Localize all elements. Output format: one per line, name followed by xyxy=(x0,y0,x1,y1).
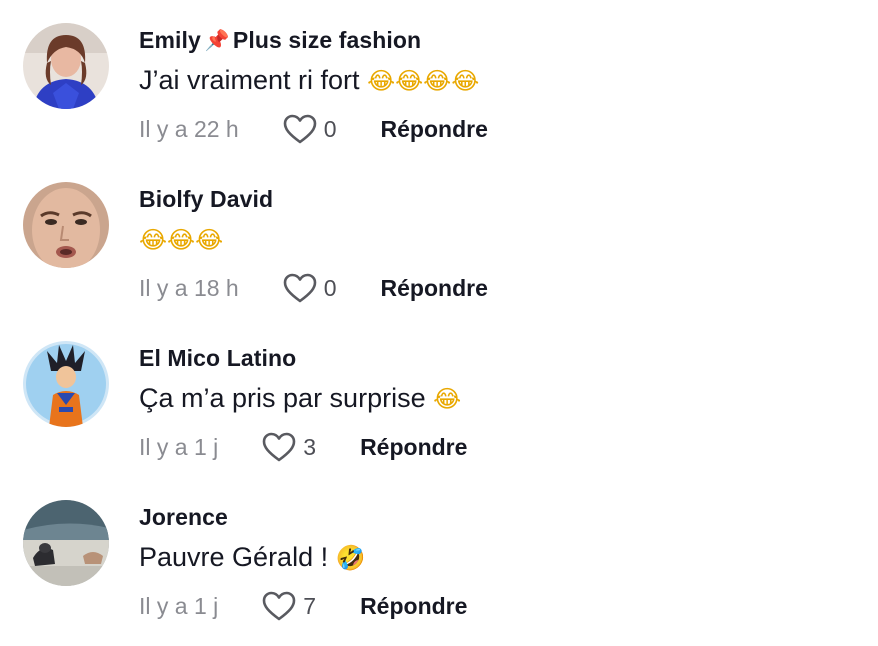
comment-meta: Il y a 18 h 0 Répondre xyxy=(139,271,488,305)
comment-item: Biolfy David 😂😂😂 Il y a 18 h 0 Répondre xyxy=(0,179,878,329)
comment-body: Pauvre Gérald ! xyxy=(139,542,329,572)
username-suffix: Plus size fashion xyxy=(232,27,422,53)
comment-body: Ça m’a pris par surprise xyxy=(139,383,426,413)
laughing-emoji: 😂😂😂 xyxy=(139,226,224,254)
avatar[interactable] xyxy=(23,182,109,268)
reply-button[interactable]: Répondre xyxy=(381,275,488,302)
reply-button[interactable]: Répondre xyxy=(360,434,467,461)
laughing-emoji: 😂😂😂😂 xyxy=(367,67,480,95)
comment-text: J’ai vraiment ri fort 😂😂😂😂 xyxy=(139,65,479,96)
timestamp: Il y a 18 h xyxy=(139,274,239,301)
like-count: 7 xyxy=(303,592,317,619)
comment-item: El Mico Latino Ça m’a pris par surprise … xyxy=(0,338,878,488)
username[interactable]: Jorence xyxy=(139,504,228,531)
username[interactable]: El Mico Latino xyxy=(139,345,296,372)
username[interactable]: Emily 📌 Plus size fashion xyxy=(139,27,421,54)
rofl-emoji: 🤣 xyxy=(335,544,366,572)
timestamp: Il y a 1 j xyxy=(139,433,219,460)
reply-button[interactable]: Répondre xyxy=(381,116,488,143)
avatar[interactable] xyxy=(23,500,109,586)
like-count: 0 xyxy=(323,115,337,142)
comment-text: Pauvre Gérald ! 🤣 xyxy=(139,542,366,573)
laughing-emoji: 😂 xyxy=(433,385,462,413)
comment-meta: Il y a 1 j 3 Répondre xyxy=(139,430,467,464)
like-button[interactable]: 7 xyxy=(262,591,360,621)
like-button[interactable]: 0 xyxy=(283,114,381,144)
comment-text: Ça m’a pris par surprise 😂 xyxy=(139,383,461,414)
comment-item: Emily 📌 Plus size fashion J’ai vraiment ri… xyxy=(0,20,878,170)
username[interactable]: Biolfy David xyxy=(139,186,273,213)
like-count: 3 xyxy=(303,433,317,460)
heart-icon xyxy=(283,273,317,303)
timestamp: Il y a 1 j xyxy=(139,592,219,619)
like-button[interactable]: 3 xyxy=(262,432,360,462)
like-count: 0 xyxy=(323,274,337,301)
comment-text: 😂😂😂 xyxy=(139,224,223,255)
heart-icon xyxy=(262,432,296,462)
heart-icon xyxy=(283,114,317,144)
heart-icon xyxy=(262,591,296,621)
username-text: Emily xyxy=(139,27,201,53)
comment-item: Jorence Pauvre Gérald ! 🤣 Il y a 1 j 7 R… xyxy=(0,497,878,646)
comment-meta: Il y a 1 j 7 Répondre xyxy=(139,589,467,623)
comment-body: J’ai vraiment ri fort xyxy=(139,65,360,95)
like-button[interactable]: 0 xyxy=(283,273,381,303)
avatar[interactable] xyxy=(23,23,109,109)
comment-meta: Il y a 22 h 0 Répondre xyxy=(139,112,488,146)
reply-button[interactable]: Répondre xyxy=(360,593,467,620)
avatar[interactable] xyxy=(23,341,109,427)
pushpin-icon: 📌 xyxy=(204,30,230,52)
timestamp: Il y a 22 h xyxy=(139,115,239,142)
comment-list: Emily 📌 Plus size fashion J’ai vraiment ri… xyxy=(0,0,878,646)
